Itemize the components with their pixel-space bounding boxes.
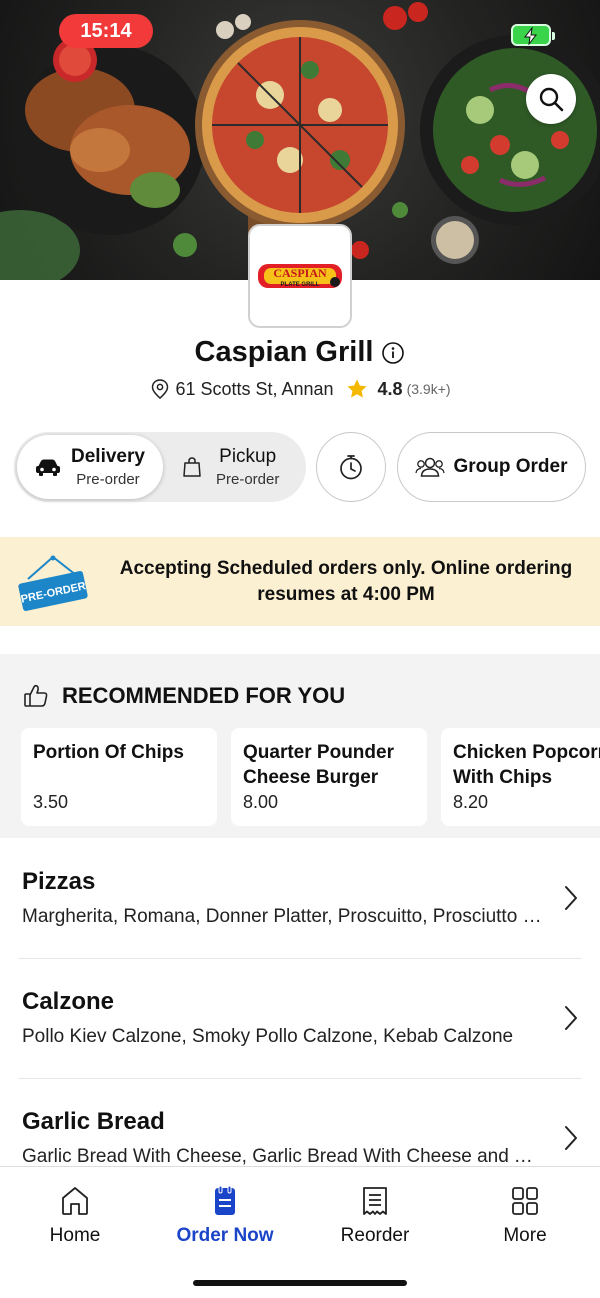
delivery-sublabel: Pre-order xyxy=(76,471,140,488)
recommended-item-card[interactable]: Portion Of Chips 3.50 xyxy=(21,728,217,826)
receipt-icon xyxy=(363,1187,387,1215)
group-order-label: Group Order xyxy=(453,456,568,477)
tab-reorder[interactable]: Reorder xyxy=(300,1185,450,1247)
grid-icon xyxy=(512,1187,538,1215)
order-icon xyxy=(215,1185,235,1215)
recommended-item-name: Portion Of Chips xyxy=(33,742,184,763)
chevron-right-icon xyxy=(565,886,577,910)
battery-icon xyxy=(511,24,555,46)
category-description: Garlic Bread With Cheese, Garlic Bread W… xyxy=(22,1146,542,1166)
delivery-option[interactable]: Delivery Pre-order xyxy=(17,435,163,499)
rating-value: 4.8 xyxy=(377,378,403,399)
tab-label: Home xyxy=(49,1225,101,1246)
search-icon xyxy=(539,87,564,112)
tab-label: More xyxy=(503,1225,547,1246)
recommended-item-name: Chicken Popcorn With Chips xyxy=(453,742,600,788)
home-icon xyxy=(62,1187,88,1215)
restaurant-address: 61 Scotts St, Annan xyxy=(175,378,334,399)
recommended-item-price: 3.50 xyxy=(33,792,69,812)
car-icon xyxy=(36,459,60,476)
category-description: Margherita, Romana, Donner Platter, Pros… xyxy=(22,906,542,927)
recommended-item-price: 8.20 xyxy=(453,792,489,812)
restaurant-name: Caspian Grill xyxy=(194,336,374,368)
stopwatch-icon xyxy=(340,455,362,480)
tab-more[interactable]: More xyxy=(450,1185,600,1247)
tab-label: Reorder xyxy=(340,1225,410,1246)
recommended-item-card[interactable]: Chicken Popcorn With Chips 8.20 xyxy=(441,728,600,826)
chevron-right-icon xyxy=(565,1006,577,1030)
restaurant-title-row: Caspian Grill xyxy=(0,336,600,369)
category-title: Pizzas xyxy=(22,868,96,895)
delivery-label: Delivery xyxy=(71,446,145,467)
order-mode-toggle: Delivery Pre-order Pickup Pre-order xyxy=(14,432,306,502)
address-rating-row: 61 Scotts St, Annan 4.8 (3.9k+) xyxy=(0,378,600,400)
tab-order-now[interactable]: Order Now xyxy=(150,1185,300,1247)
logo-text: CASPIAN xyxy=(273,266,327,280)
category-description: Pollo Kiev Calzone, Smoky Pollo Calzone,… xyxy=(22,1026,514,1047)
menu-category-row[interactable]: Pizzas Margherita, Romana, Donner Platte… xyxy=(0,838,600,958)
restaurant-logo: CASPIAN PLATE GRILL xyxy=(248,224,352,328)
rating-count: (3.9k+) xyxy=(406,381,451,397)
search-button[interactable] xyxy=(526,74,576,124)
preorder-sign-icon: PRE-ORDER xyxy=(18,555,88,611)
recommended-heading-text: RECOMMENDED FOR YOU xyxy=(62,683,346,708)
logo-subtext: PLATE GRILL xyxy=(281,282,320,288)
shopping-bag-icon xyxy=(183,457,201,477)
menu-category-row[interactable]: Garlic Bread Garlic Bread With Cheese, G… xyxy=(0,1078,600,1166)
recommended-item-price: 8.00 xyxy=(243,792,279,812)
tab-home[interactable]: Home xyxy=(0,1185,150,1247)
schedule-time-button[interactable] xyxy=(316,432,386,502)
banner-message: Accepting Scheduled orders only. Online … xyxy=(119,558,573,605)
bottom-tab-bar: Home Order Now Reorder More xyxy=(0,1166,600,1298)
location-pin-icon xyxy=(152,379,169,399)
thumbs-up-icon xyxy=(24,684,48,707)
pickup-option[interactable]: Pickup Pre-order xyxy=(166,435,302,499)
logo-image: CASPIAN PLATE GRILL xyxy=(258,264,342,288)
category-title: Calzone xyxy=(22,988,115,1015)
recommended-item-name: Quarter Pounder Cheese Burger xyxy=(243,742,394,788)
menu-category-row[interactable]: Calzone Pollo Kiev Calzone, Smoky Pollo … xyxy=(0,958,600,1078)
tab-label: Order Now xyxy=(176,1225,274,1246)
pickup-label: Pickup xyxy=(219,446,277,467)
pickup-sublabel: Pre-order xyxy=(216,471,280,488)
star-icon xyxy=(347,379,367,398)
group-order-button[interactable]: Group Order xyxy=(397,432,586,502)
home-indicator xyxy=(193,1280,407,1286)
info-icon[interactable] xyxy=(381,341,405,365)
chevron-right-icon xyxy=(565,1126,577,1150)
category-title: Garlic Bread xyxy=(22,1108,165,1135)
group-users-icon xyxy=(415,457,446,477)
recommended-heading: RECOMMENDED FOR YOU xyxy=(22,682,345,710)
recommended-item-card[interactable]: Quarter Pounder Cheese Burger 8.00 xyxy=(231,728,427,826)
status-time: 15:14 xyxy=(59,14,153,48)
